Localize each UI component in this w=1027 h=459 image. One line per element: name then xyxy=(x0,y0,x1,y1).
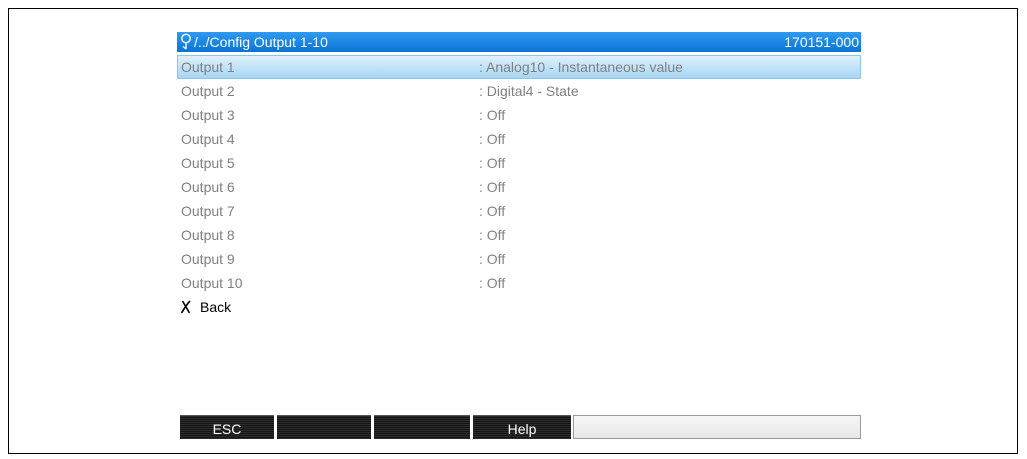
list-item-label: Output 2 xyxy=(181,83,235,99)
list-item-output-4[interactable]: Output 4 : Off xyxy=(177,127,861,151)
breadcrumb-path: /../Config Output 1-10 xyxy=(194,34,328,50)
back-item[interactable]: Back xyxy=(177,295,861,319)
softkey-5[interactable] xyxy=(573,415,861,439)
list-item-output-7[interactable]: Output 7 : Off xyxy=(177,199,861,223)
list-item-label: Output 3 xyxy=(181,107,235,123)
list-item-label: Output 9 xyxy=(181,251,235,267)
device-code: 170151-000 xyxy=(784,34,859,50)
list-item-label: Output 10 xyxy=(181,275,243,291)
back-label: Back xyxy=(200,299,232,315)
list-item-value: : Analog10 - Instantaneous value xyxy=(479,59,683,75)
esc-softkey[interactable]: ESC xyxy=(180,415,274,439)
list-item-label: Output 7 xyxy=(181,203,235,219)
help-softkey[interactable]: Help xyxy=(473,415,571,439)
list-item-value: : Off xyxy=(479,227,506,243)
list-item-label: Output 4 xyxy=(181,131,235,147)
list-item-value: : Off xyxy=(479,155,506,171)
list-item-label: Output 8 xyxy=(181,227,235,243)
list-item-output-1[interactable]: Output 1 : Analog10 - Instantaneous valu… xyxy=(177,55,861,79)
probe-icon xyxy=(181,33,191,50)
list-item-value: : Off xyxy=(479,275,506,291)
x-back-icon xyxy=(180,300,191,314)
list-item-value: : Off xyxy=(479,107,506,123)
list-item-value: : Off xyxy=(479,203,506,219)
list-item-label: Output 6 xyxy=(181,179,235,195)
list-item-output-5[interactable]: Output 5 : Off xyxy=(177,151,861,175)
output-list: Output 1 : Analog10 - Instantaneous valu… xyxy=(177,55,861,319)
list-item-output-6[interactable]: Output 6 : Off xyxy=(177,175,861,199)
list-item-label: Output 5 xyxy=(181,155,235,171)
softkey-bar: ESC Help xyxy=(177,415,861,439)
list-item-value: : Off xyxy=(479,131,506,147)
list-item-value: : Off xyxy=(479,179,506,195)
device-screen: /../Config Output 1-10 170151-000 Output… xyxy=(177,32,861,442)
list-item-output-9[interactable]: Output 9 : Off xyxy=(177,247,861,271)
softkey-2[interactable] xyxy=(277,415,371,439)
list-item-value: : Digital4 - State xyxy=(479,83,579,99)
list-item-output-10[interactable]: Output 10 : Off xyxy=(177,271,861,295)
list-item-output-8[interactable]: Output 8 : Off xyxy=(177,223,861,247)
list-item-label: Output 1 xyxy=(181,59,235,75)
softkey-3[interactable] xyxy=(374,415,470,439)
list-item-output-3[interactable]: Output 3 : Off xyxy=(177,103,861,127)
list-item-value: : Off xyxy=(479,251,506,267)
list-item-output-2[interactable]: Output 2 : Digital4 - State xyxy=(177,79,861,103)
title-bar: /../Config Output 1-10 170151-000 xyxy=(177,32,861,52)
